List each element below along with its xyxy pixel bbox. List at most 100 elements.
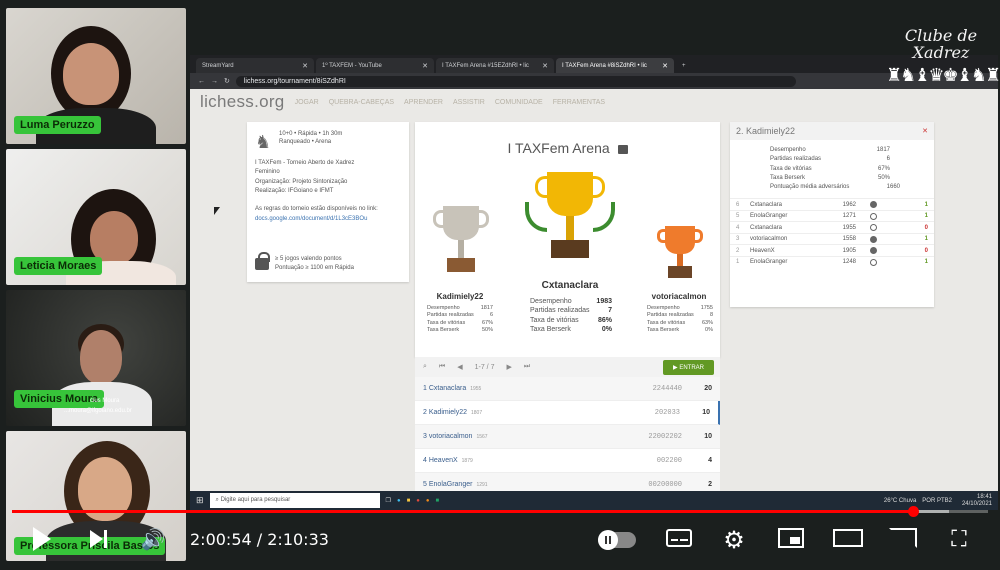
first-place-name[interactable]: Cxtanaclara xyxy=(525,280,615,291)
mouse-cursor-icon xyxy=(214,207,220,215)
black-piece-icon xyxy=(870,201,877,209)
webcam-tile-2: Leticia Moraes xyxy=(6,149,186,285)
first-place-stats: Desempenho 1983 Partidas realizadas 7 Taxa… xyxy=(530,298,612,334)
fullscreen-icon[interactable]: ⛶ xyxy=(946,526,972,552)
excel-icon[interactable]: ■ xyxy=(435,498,439,504)
browser-tab[interactable]: StreamYard ✕ xyxy=(196,58,314,73)
reload-icon[interactable]: ↻ xyxy=(224,77,230,85)
first-page-icon[interactable]: ⏮ xyxy=(439,363,445,371)
third-place-stats: Desempenho 1755 Partidas realizadas 8 Taxa… xyxy=(647,305,713,334)
page-indicator: 1-7 / 7 xyxy=(474,363,495,371)
rules-link[interactable]: docs.google.com/document/d/1L3cE3BOu xyxy=(255,215,401,223)
participant-email: ...moura@ifgoiano.edu.br xyxy=(64,408,132,414)
participant-subname: cius Moura xyxy=(90,398,120,404)
nav-quebra-cabecas[interactable]: QUEBRA-CABEÇAS xyxy=(329,99,394,106)
webcam-tile-3: Vinicius Moura cius Moura ...moura@ifgoi… xyxy=(6,290,186,426)
browser-tab-active[interactable]: I TAXFem Arena #8iSZdhRI • lic ✕ xyxy=(556,58,674,73)
screen-share: StreamYard ✕ 1º TAXFEM - YouTube ✕ I TAXFe… xyxy=(190,55,998,510)
search-icon[interactable]: ⌕ xyxy=(423,363,427,371)
third-place-name[interactable]: votoriacalmon xyxy=(643,292,715,301)
tournament-type: Ranqueado • Arena xyxy=(279,139,332,146)
table-row[interactable]: 4 HeavenX 1879 002200 4 xyxy=(415,449,720,473)
club-watermark: Clube de Xadrez ♜♞♝♛♚♝♞♜ xyxy=(886,26,1000,85)
firefox-icon[interactable]: ● xyxy=(426,498,430,504)
video-player[interactable]: Luma Peruzzo Leticia Moraes Vinicius Mou… xyxy=(0,0,1000,570)
game-row[interactable]: 4 Cxtanaclara 1955 0 xyxy=(730,221,934,233)
second-place-name[interactable]: Kadimiely22 xyxy=(425,292,495,301)
participant-name: Leticia Moraes xyxy=(14,257,103,275)
participant-name: Luma Peruzzo xyxy=(14,116,101,134)
chess-pieces-icon: ♜♞♝♛♚♝♞♜ xyxy=(886,64,1000,85)
autoplay-toggle[interactable] xyxy=(598,530,636,550)
description-line: Organização: Projeto Sintonização xyxy=(255,178,348,185)
forward-icon[interactable]: → xyxy=(211,78,218,85)
task-view-icon[interactable]: ❐ xyxy=(386,497,391,504)
podium-panel: I TAXFem Arena Kadimiely22 Desempenho 181… xyxy=(415,122,720,357)
game-row[interactable]: 2 HeavenX 1905 0 xyxy=(730,244,934,256)
standings-controls: ⌕ ⏮ ◀ 1-7 / 7 ▶ ⏭ ▶ ENTRAR xyxy=(415,357,720,377)
white-piece-icon xyxy=(870,212,877,220)
silver-trophy-icon xyxy=(433,206,489,286)
game-row[interactable]: 1 EnolaGranger 1248 1 xyxy=(730,255,934,268)
white-piece-icon xyxy=(870,224,877,232)
table-row[interactable]: 1 Cxtanaclara 1955 2244440 20 xyxy=(415,377,720,401)
gold-trophy-icon xyxy=(525,172,615,277)
cast-icon[interactable] xyxy=(888,526,918,550)
site-logo[interactable]: lichess.org xyxy=(200,92,285,112)
weather-status[interactable]: 26°C Chuva xyxy=(884,498,916,504)
close-icon[interactable]: ✕ xyxy=(302,62,308,70)
nav-comunidade[interactable]: COMUNIDADE xyxy=(495,99,543,106)
volume-icon[interactable]: 🔊 xyxy=(140,526,166,552)
prev-page-icon[interactable]: ◀ xyxy=(457,363,462,371)
table-row[interactable]: 3 votoriacalmon 1567 22002202 10 xyxy=(415,425,720,449)
condition: ≥ 5 jogos valendo pontos xyxy=(275,256,342,263)
nav-ferramentas[interactable]: FERRAMENTAS xyxy=(553,99,605,106)
webcam-tile-1: Luma Peruzzo xyxy=(6,8,186,144)
lock-icon xyxy=(255,251,270,270)
game-row[interactable]: 3 votoriacalmon 1558 1 xyxy=(730,232,934,245)
player-panel-title: 2. Kadimiely22 xyxy=(736,126,796,136)
address-bar: ← → ↻ lichess.org/tournament/8iSZdhRI xyxy=(190,73,998,89)
bronze-trophy-icon xyxy=(655,226,705,286)
taskbar-search[interactable]: ⌕ Digite aqui para pesquisar xyxy=(209,493,380,508)
play-icon[interactable] xyxy=(30,526,54,552)
game-row[interactable]: 5 EnolaGranger 1271 1 xyxy=(730,209,934,222)
nav-assistir[interactable]: ASSISTIR xyxy=(453,99,485,106)
join-button[interactable]: ▶ ENTRAR xyxy=(663,359,714,375)
nav-aprender[interactable]: APRENDER xyxy=(404,99,443,106)
chrome-icon[interactable]: ● xyxy=(416,498,420,504)
time-display: 2:00:54 / 2:10:33 xyxy=(190,530,329,549)
url-field[interactable]: lichess.org/tournament/8iSZdhRI xyxy=(235,75,796,87)
nav-jogar[interactable]: JOGAR xyxy=(295,99,319,106)
progress-bar[interactable] xyxy=(12,506,988,517)
lock-icon xyxy=(617,144,628,154)
close-icon[interactable]: ✕ xyxy=(422,62,428,70)
browser-tab[interactable]: I TAXFem Arena #15EZdhRI • lic ✕ xyxy=(436,58,554,73)
table-row[interactable]: 2 Kadimiely22 1807 202033 10 xyxy=(415,401,720,425)
windows-taskbar: ⊞ ⌕ Digite aqui para pesquisar ❐ ● ■ ● ●… xyxy=(190,491,998,510)
taskbar-clock[interactable]: 18:41 24/10/2021 xyxy=(962,494,992,507)
game-row[interactable]: 6 Cxtanaclara 1962 1 xyxy=(730,198,934,210)
browser-tab[interactable]: 1º TAXFEM - YouTube ✕ xyxy=(316,58,434,73)
site-nav: lichess.org JOGAR QUEBRA-CABEÇAS APRENDE… xyxy=(190,89,998,115)
back-icon[interactable]: ← xyxy=(198,78,205,85)
miniplayer-icon[interactable] xyxy=(777,526,805,550)
close-icon[interactable]: ✕ xyxy=(542,62,548,70)
close-icon[interactable]: ✕ xyxy=(662,62,668,70)
folder-icon[interactable]: ■ xyxy=(407,498,411,504)
windows-start-icon[interactable]: ⊞ xyxy=(196,495,204,506)
black-piece-icon xyxy=(870,235,877,243)
language-indicator[interactable]: POR PTB2 xyxy=(922,498,952,504)
settings-gear-icon[interactable]: ⚙ xyxy=(720,526,748,554)
subtitles-icon[interactable] xyxy=(665,526,693,550)
tournament-format: 10+0 • Rápida • 1h 30m xyxy=(279,131,343,137)
edge-icon[interactable]: ● xyxy=(397,498,401,504)
last-page-icon[interactable]: ⏭ xyxy=(524,363,530,371)
new-tab-icon[interactable]: + xyxy=(676,58,690,73)
next-page-icon[interactable]: ▶ xyxy=(506,363,511,371)
white-piece-icon xyxy=(870,258,877,266)
theater-mode-icon[interactable] xyxy=(832,526,864,550)
close-icon[interactable]: ✕ xyxy=(922,127,928,135)
next-icon[interactable] xyxy=(86,526,110,552)
player-detail-panel: 2. Kadimiely22 ✕ Desempenho 1817 Partidas … xyxy=(730,122,934,307)
